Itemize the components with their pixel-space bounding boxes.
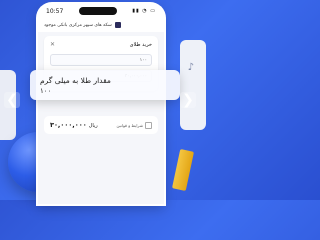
decorative-gold-bar — [171, 148, 195, 192]
next-slide-button[interactable]: ❯ — [180, 92, 196, 108]
status-icons: ▮▮ ◔ ▭ — [132, 8, 156, 14]
status-bar: 10:57 ▮▮ ◔ ▭ — [38, 4, 164, 18]
terms-label: شرایط و قوانین — [116, 122, 143, 128]
card-header: خرید طلای ✕ — [50, 41, 152, 48]
chevron-left-icon: ❮ — [6, 92, 18, 108]
phone-screen: 10:57 ▮▮ ◔ ▭ سکه های سپهر مرکزی بانکی مو… — [38, 4, 164, 204]
status-time: 10:57 — [46, 7, 64, 15]
banner-logo-icon — [114, 22, 121, 28]
dynamic-island — [78, 7, 117, 15]
previous-slide-button[interactable]: ❮ — [4, 92, 20, 108]
top-banner[interactable]: سکه های سپهر مرکزی بانکی موجود — [38, 18, 164, 32]
price-footer: ریال ۳۰,۰۰۰,۰۰۰ شرایط و قوانین — [44, 116, 158, 134]
banner-text: سکه های سپهر مرکزی بانکی موجود — [44, 22, 112, 28]
total-price: ریال ۳۰,۰۰۰,۰۰۰ — [50, 121, 98, 129]
price-value: ۳۰,۰۰۰,۰۰۰ — [50, 121, 87, 129]
music-icon: ♪ — [187, 62, 194, 73]
close-icon[interactable]: ✕ — [50, 41, 55, 48]
terms-toggle[interactable]: شرایط و قوانین — [116, 121, 152, 129]
amount-input[interactable]: ۱۰۰ — [50, 54, 152, 66]
price-unit: ریال — [88, 123, 98, 129]
zoomed-amount-field[interactable]: مقدار طلا به میلی گرم ۱۰۰ — [30, 70, 180, 100]
chevron-right-icon: ❯ — [182, 92, 194, 108]
terms-checkbox[interactable] — [145, 121, 152, 129]
amount-label: مقدار طلا به میلی گرم — [40, 75, 111, 85]
background-card-right — [180, 40, 206, 130]
amount-value: ۱۰۰ — [40, 86, 52, 95]
card-title: خرید طلای — [129, 41, 152, 48]
